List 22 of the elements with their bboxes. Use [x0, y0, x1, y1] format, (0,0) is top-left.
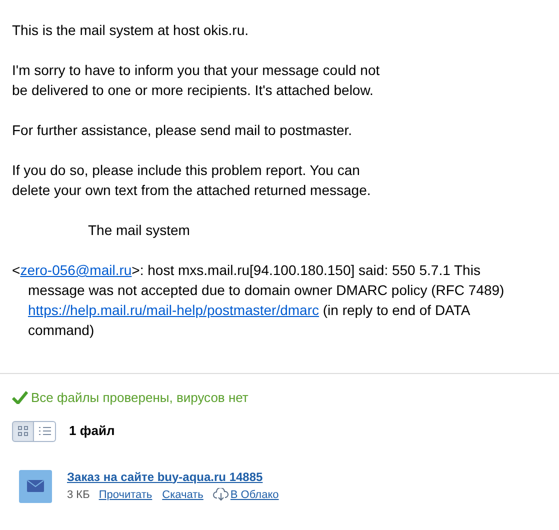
- list-view-button[interactable]: [34, 420, 56, 442]
- help-link[interactable]: https://help.mail.ru/mail-help/postmaster/dmarc: [28, 302, 319, 318]
- read-link[interactable]: Прочитать: [98, 488, 152, 502]
- list-icon: [38, 426, 50, 436]
- grid-icon: [18, 426, 28, 436]
- grid-view-button[interactable]: [12, 420, 34, 442]
- check-icon: [12, 391, 28, 404]
- message-paragraph: This is the mail system at host okis.ru.: [12, 21, 249, 40]
- download-link[interactable]: Скачать: [162, 488, 204, 502]
- email-link[interactable]: zero-056@mail.ru: [20, 262, 132, 278]
- message-paragraph: If you do so, please include this problem report. You can delete your own text from the attached returned message.: [12, 161, 371, 200]
- message-paragraph: For further assistance, please send mail to postmaster.: [12, 121, 352, 140]
- message-paragraph: I'm sorry to have to inform you that your message could not be delivered to one or more recipients. It's attached below.: [12, 61, 380, 100]
- save-to-cloud-link[interactable]: В Облако: [230, 488, 279, 502]
- signature: The mail system: [88, 222, 190, 238]
- error-report: <zero-056@mail.ru>: host mxs.mail.ru[94.100.180.150] said: 550 5.7.1 This message was not accepted due to domain owner DMARC policy (RFC 7489) https://help.mail.ru/mail-help/postmaster/dmarc (in reply to end of DATA command): [12, 261, 504, 340]
- attachment-link[interactable]: Заказ на сайте buy-aqua.ru 14885: [67, 468, 289, 484]
- scan-status: Все файлы проверены, вирусов нет: [31, 389, 248, 407]
- cloud-download-icon: [213, 488, 230, 501]
- mail-file-icon: [19, 470, 52, 502]
- file-size: 3 КБ: [67, 488, 90, 502]
- file-count: 1 файл: [69, 422, 115, 440]
